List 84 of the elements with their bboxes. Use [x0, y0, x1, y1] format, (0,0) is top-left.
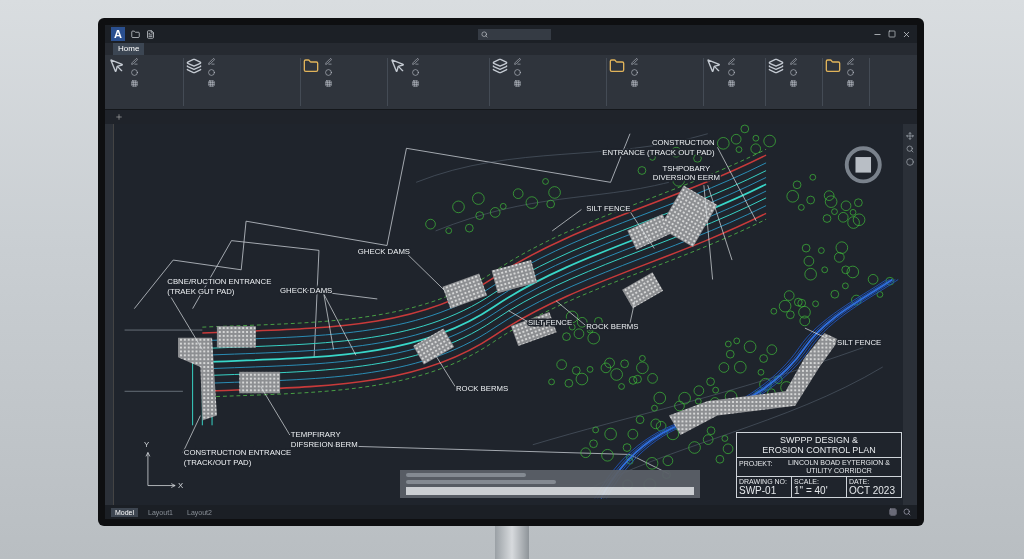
circle-icon[interactable] — [790, 69, 797, 76]
folder-icon[interactable] — [825, 58, 841, 74]
search-field[interactable] — [477, 28, 551, 40]
grid-icon[interactable] — [131, 80, 138, 87]
leader-line — [260, 386, 291, 436]
pen-icon[interactable] — [514, 58, 521, 65]
zoom-icon[interactable] — [903, 508, 911, 516]
annotation-label: SILT FENCE — [586, 204, 631, 214]
leader-line — [804, 327, 835, 343]
layers-icon[interactable] — [186, 58, 202, 74]
circle-icon[interactable] — [847, 69, 854, 76]
circle-icon[interactable] — [514, 69, 521, 76]
pointer-icon[interactable] — [706, 58, 722, 74]
axis-label: Y — [144, 439, 150, 449]
command-window[interactable] — [400, 470, 700, 498]
field-value: OCT 2023 — [849, 485, 896, 496]
pen-icon[interactable] — [131, 58, 138, 65]
pen-icon[interactable] — [325, 58, 332, 65]
pen-icon[interactable] — [847, 58, 854, 65]
annotation-label: CONSTRUCTION ENTRANCE (TRACK/OUT PAD) — [183, 448, 292, 468]
layers-icon[interactable] — [768, 58, 784, 74]
annotation-label: CONSTRUCTION ENTRANCE (TRACK OUT PAD) — [602, 138, 715, 158]
folder-icon[interactable] — [303, 58, 319, 74]
leader-line — [629, 300, 636, 324]
folder-icon[interactable] — [609, 58, 625, 74]
circle-icon[interactable] — [631, 69, 638, 76]
grid-icon[interactable] — [728, 80, 735, 87]
app-logo[interactable]: A — [111, 27, 125, 41]
drawing-canvas[interactable] — [114, 124, 903, 505]
pen-icon[interactable] — [790, 58, 797, 65]
folder-icon[interactable] — [131, 29, 140, 39]
new-tab-icon[interactable] — [115, 113, 123, 121]
orbit-icon[interactable] — [906, 158, 914, 166]
pan-icon[interactable] — [906, 132, 914, 140]
grid-icon[interactable] — [631, 80, 638, 87]
pen-icon[interactable] — [728, 58, 735, 65]
close-icon[interactable] — [902, 29, 911, 39]
rock-berm-hatch — [413, 328, 455, 365]
annotation-label: ROCK BERMS — [456, 384, 509, 394]
pen-icon[interactable] — [208, 58, 215, 65]
rock-berm-hatch — [442, 273, 487, 309]
grid-icon[interactable] — [889, 508, 897, 516]
document-icon[interactable] — [146, 29, 155, 39]
annotation-label: SILT FENCE — [837, 337, 882, 347]
layers-icon[interactable] — [492, 58, 508, 74]
grid-icon[interactable] — [325, 80, 332, 87]
grid-icon[interactable] — [790, 80, 797, 87]
pen-icon[interactable] — [631, 58, 638, 65]
circle-icon[interactable] — [325, 69, 332, 76]
grid-icon[interactable] — [847, 80, 854, 87]
ucs-axis-icon — [145, 452, 176, 488]
circle-icon[interactable] — [131, 69, 138, 76]
rock-berm-hatch — [491, 260, 538, 294]
annotation-label: TEMPFIRARY DIFSREION BERM — [290, 429, 358, 449]
annotation-label: GHECK DAMS — [357, 247, 411, 257]
pen-icon[interactable] — [412, 58, 419, 65]
leader-line — [551, 209, 582, 232]
search-icon — [480, 30, 488, 38]
annotation-label: GHECK DAMS — [280, 286, 333, 296]
maximize-icon[interactable] — [888, 30, 896, 38]
pointer-icon[interactable] — [390, 58, 406, 74]
field-value: 1" = 40' — [794, 485, 829, 496]
grid-icon[interactable] — [514, 80, 521, 87]
field-value: SWP-01 — [739, 485, 778, 496]
zoom-icon[interactable] — [906, 145, 914, 153]
grid-icon[interactable] — [208, 80, 215, 87]
circle-icon[interactable] — [728, 69, 735, 76]
rock-berm-hatch — [216, 326, 256, 348]
grid-icon[interactable] — [412, 80, 419, 87]
annotation-label: ROCK BERMS — [586, 322, 639, 332]
circle-icon[interactable] — [208, 69, 215, 76]
axis-label: X — [178, 481, 184, 491]
leader-line — [508, 310, 528, 322]
annotation-label: CBNE/RUCTION ENTRANCE (TRAEK GUT PAD) — [167, 277, 272, 297]
command-input[interactable] — [406, 487, 694, 495]
leader-line — [629, 211, 655, 249]
ribbon-tab[interactable]: Home — [113, 43, 145, 55]
monitor-stand — [495, 526, 529, 559]
circle-icon[interactable] — [412, 69, 419, 76]
pointer-icon[interactable] — [109, 58, 125, 74]
title-block-heading: SWPPP DESIGN & EROSION CONTROL PLAN — [737, 433, 901, 458]
view-cube-icon[interactable] — [844, 146, 882, 184]
rock-berm-hatch — [239, 371, 281, 394]
leader-line — [435, 355, 456, 387]
